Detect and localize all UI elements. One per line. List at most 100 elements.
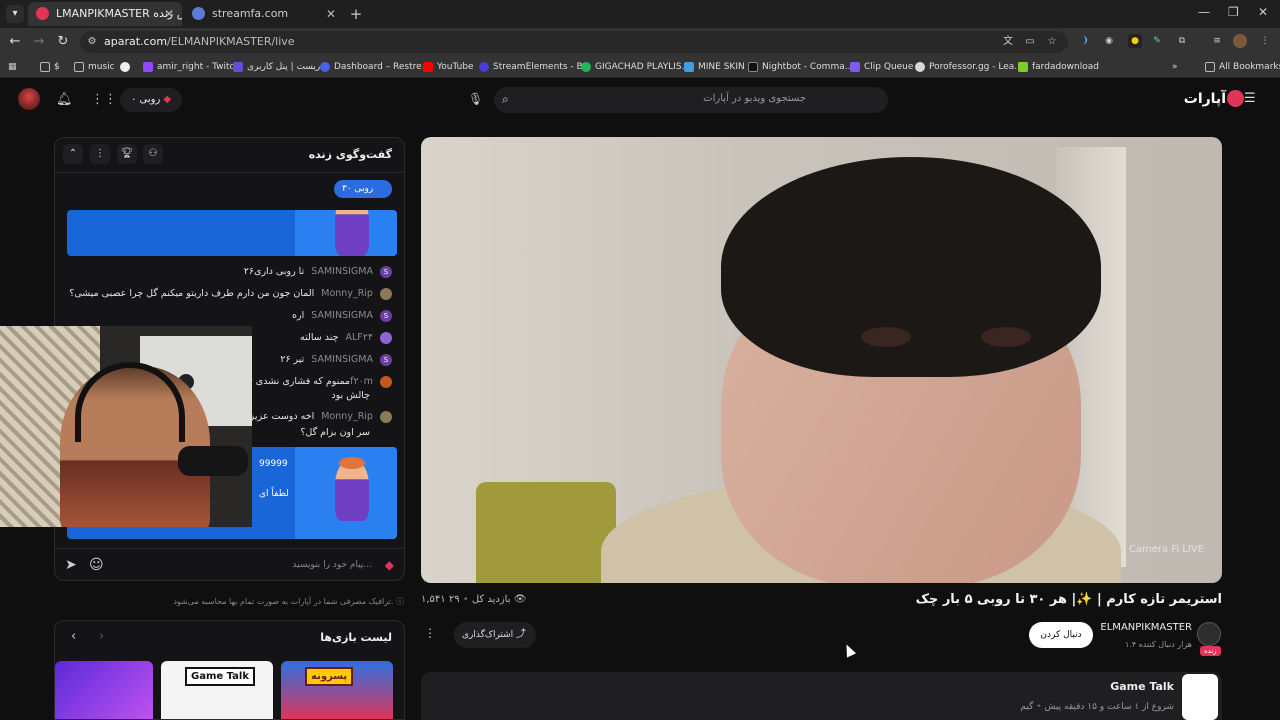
more-bookmarks-icon[interactable]: »: [1172, 59, 1178, 75]
message-username[interactable]: Monny_Rip: [321, 411, 373, 422]
live-viewer-count: ۲۹: [448, 594, 460, 605]
chevron-right-icon[interactable]: ›: [99, 629, 104, 644]
bookmark-folder-dollar[interactable]: $: [40, 59, 60, 75]
bookmark-youtube[interactable]: YouTube: [423, 59, 474, 75]
traffic-note-text: ترافیک مصرفی شما در آپارات به صورت تمام …: [173, 597, 394, 606]
rubi-balance-button[interactable]: ۰ روبی ◆: [120, 88, 182, 112]
clipqueue-icon: [850, 62, 860, 72]
rubi-pin-badge[interactable]: ۳۰ روبی: [334, 180, 392, 198]
forward-icon[interactable]: →: [31, 34, 47, 50]
bookmark-label: amir_right - Twitch: [157, 62, 241, 72]
message-username[interactable]: Monny_Rip: [321, 288, 373, 299]
tab-close-icon[interactable]: ✕: [164, 2, 174, 26]
site-info-icon[interactable]: ⚙: [86, 36, 98, 48]
message-text: ۲۶ تیر: [280, 354, 305, 365]
extension-icon[interactable]: ◉: [1102, 34, 1116, 48]
bookmark-all[interactable]: All Bookmarks: [1205, 59, 1280, 75]
microphone-icon[interactable]: 🎙︎: [468, 92, 483, 106]
message-username[interactable]: SAMINSIGMA: [311, 354, 373, 365]
search-icon[interactable]: ⌕: [502, 92, 509, 107]
game-category: گیم: [1020, 702, 1034, 712]
bookmark-mineskin[interactable]: MINE SKIN: [684, 59, 745, 75]
close-window-icon[interactable]: ✕: [1258, 5, 1268, 19]
game-card-label: Game Talk: [185, 667, 255, 686]
channel-name[interactable]: ELMANPIKMASTER: [1100, 622, 1192, 633]
apps-grid-icon[interactable]: ▦: [8, 59, 17, 75]
bookmark-folder-music[interactable]: music: [74, 59, 115, 75]
trophy-icon[interactable]: 🏆︎: [117, 144, 137, 164]
send-icon[interactable]: ➤: [65, 557, 77, 573]
game-thumbnail[interactable]: [1182, 674, 1218, 720]
apps-grid-icon[interactable]: ⋮⋮: [91, 92, 117, 107]
bookmark-spotify[interactable]: GIGACHAD PLAYLIS...: [581, 59, 690, 75]
bookmark-restream[interactable]: Dashboard – Restre...: [320, 59, 430, 75]
reload-icon[interactable]: ↻: [55, 34, 71, 50]
mascot-hair: [339, 457, 365, 469]
tab-aparat[interactable]: LMANPIKMASTER پخش زنده 🔊 ✕: [28, 2, 182, 26]
aparat-logo[interactable]: آپارات: [1184, 91, 1226, 107]
bookmark-rist[interactable]: ریست | پنل کاربری: [233, 59, 320, 75]
bookmark-star-icon[interactable]: ☆: [1046, 36, 1058, 48]
bookmark-fardadownload[interactable]: fardadownload: [1018, 59, 1099, 75]
message-username[interactable]: SAMINSIGMA: [311, 266, 373, 277]
game-card-label: پسرونه: [305, 667, 354, 686]
user-badge-icon: S: [380, 353, 392, 366]
chevron-left-icon[interactable]: ‹: [71, 629, 76, 644]
collapse-chat-icon[interactable]: ⌃: [63, 144, 83, 164]
notification-bell-icon[interactable]: 🔔︎: [56, 92, 73, 107]
game-category-card[interactable]: Game Talk شروع از ۱ ساعت و ۱۵ دقیقه پیش …: [421, 672, 1222, 720]
more-options-icon[interactable]: ⋮: [424, 626, 436, 640]
cast-icon[interactable]: ▭: [1024, 36, 1036, 48]
tab-search-icon[interactable]: ▾: [6, 5, 24, 23]
game-name[interactable]: Game Talk: [1110, 680, 1174, 693]
user-avatar-icon: [380, 410, 392, 423]
rubi-drop-icon[interactable]: ◆: [385, 558, 394, 572]
new-tab-icon[interactable]: +: [346, 4, 366, 24]
users-icon[interactable]: ⚇: [143, 144, 163, 164]
minimize-icon[interactable]: —: [1198, 5, 1210, 19]
camerafi-watermark: Camera Fi LIVE: [1128, 544, 1204, 555]
game-card-game-talk[interactable]: Game Talk: [161, 661, 273, 719]
user-avatar[interactable]: [18, 88, 40, 110]
video-player[interactable]: Camera Fi LIVE: [421, 137, 1222, 583]
bookmark-porofessor[interactable]: Porofessor.gg - Lea...: [915, 59, 1023, 75]
bookmark-github[interactable]: [120, 59, 134, 75]
extensions-puzzle-icon[interactable]: ⧉: [1175, 34, 1189, 48]
extension-icon[interactable]: ●: [1128, 34, 1142, 48]
chat-input[interactable]: ➤ ☺ پیام خود را بنویسید... ◆: [55, 548, 404, 580]
game-card-thumbnail[interactable]: [55, 661, 153, 719]
bookmark-label: All Bookmarks: [1219, 62, 1280, 72]
media-control-icon[interactable]: ≡: [1210, 34, 1224, 48]
url-bar[interactable]: ⚙ aparat.com/ELMANPIKMASTER/live 文 ▭ ☆: [80, 31, 1068, 53]
extension-icon[interactable]: ✎: [1150, 34, 1164, 48]
channel-avatar[interactable]: [1197, 622, 1221, 646]
message-username[interactable]: ALF۲۴: [346, 332, 373, 343]
hamburger-menu-icon[interactable]: ☰: [1244, 92, 1256, 105]
maximize-icon[interactable]: ❐: [1228, 5, 1239, 19]
translate-icon[interactable]: 文: [1002, 36, 1014, 48]
mouse-cursor: [841, 642, 857, 658]
back-icon[interactable]: ←: [7, 34, 23, 50]
follow-button[interactable]: دنبال کردن: [1029, 622, 1093, 648]
bookmark-label: fardadownload: [1032, 62, 1099, 72]
extension-icon[interactable]: ❩: [1078, 34, 1092, 48]
chat-divider: [55, 172, 404, 173]
chat-menu-icon[interactable]: ⋮: [90, 144, 110, 164]
game-card-pesarooneh[interactable]: پسرونه: [281, 661, 393, 719]
emoji-icon[interactable]: ☺: [89, 557, 104, 573]
tab-close-icon[interactable]: ✕: [326, 2, 336, 26]
bookmark-nightbot[interactable]: Nightbot - Comma...: [748, 59, 853, 75]
bookmarks-bar: ▦ $ music amir_right - Twitch ریست | پنل…: [0, 56, 1280, 78]
bookmark-label: GIGACHAD PLAYLIS...: [595, 62, 691, 72]
bookmark-streamelements[interactable]: StreamElements - B...: [479, 59, 591, 75]
video-frame-hair: [721, 157, 1101, 377]
message-username[interactable]: SAMINSIGMA: [311, 310, 373, 321]
search-input[interactable]: ⌕ جستجوی ویدیو در آپارات: [494, 87, 888, 113]
profile-avatar[interactable]: [1233, 34, 1247, 48]
share-button[interactable]: اشتراک‌گذاری ⤴: [454, 622, 536, 648]
bookmark-twitch[interactable]: amir_right - Twitch: [143, 59, 240, 75]
browser-menu-icon[interactable]: ⋮: [1258, 34, 1272, 48]
tab-streamfa[interactable]: streamfa.com ✕: [184, 2, 344, 26]
bookmark-clipqueue[interactable]: Clip Queue: [850, 59, 913, 75]
aparat-logo-icon[interactable]: [1227, 90, 1244, 107]
